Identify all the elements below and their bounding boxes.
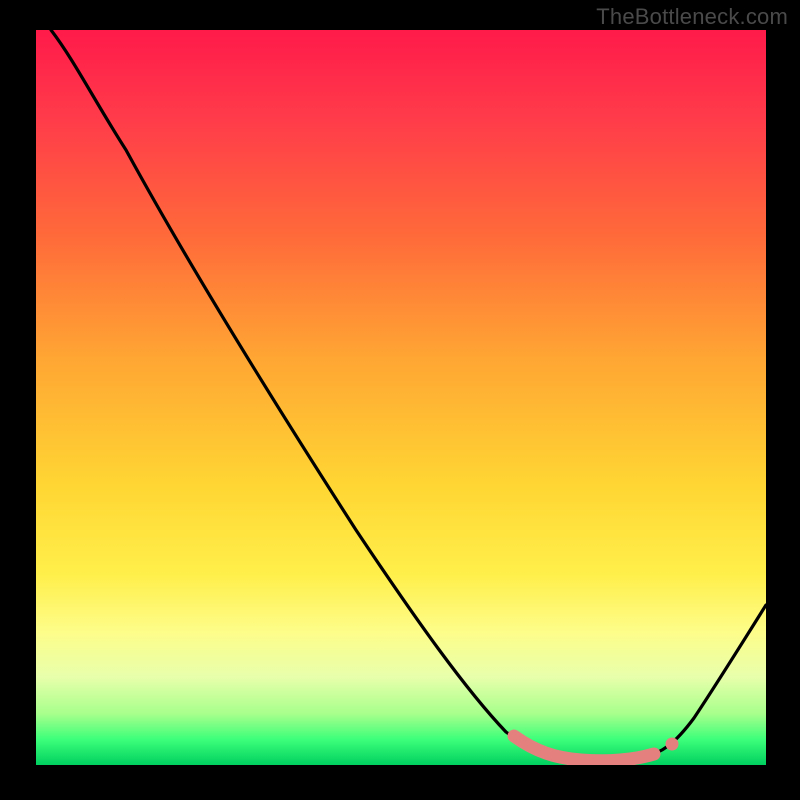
bottleneck-curve-path <box>51 30 766 760</box>
plot-area <box>36 30 766 765</box>
valley-end-marker <box>666 738 679 751</box>
attribution-text: TheBottleneck.com <box>596 4 788 30</box>
chart-container: TheBottleneck.com <box>0 0 800 800</box>
bottleneck-curve-svg <box>36 30 766 765</box>
valley-highlight-stroke <box>514 736 654 761</box>
